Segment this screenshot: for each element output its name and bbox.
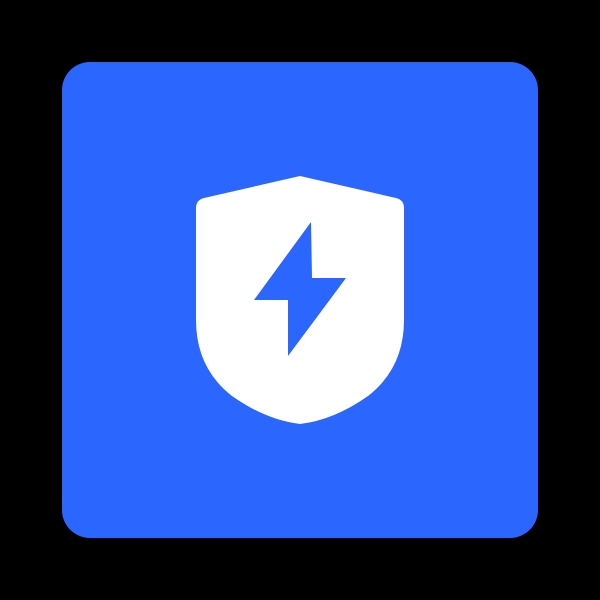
shield-bolt-icon xyxy=(196,176,404,424)
app-icon[interactable] xyxy=(62,62,538,538)
icon-canvas xyxy=(0,0,600,600)
